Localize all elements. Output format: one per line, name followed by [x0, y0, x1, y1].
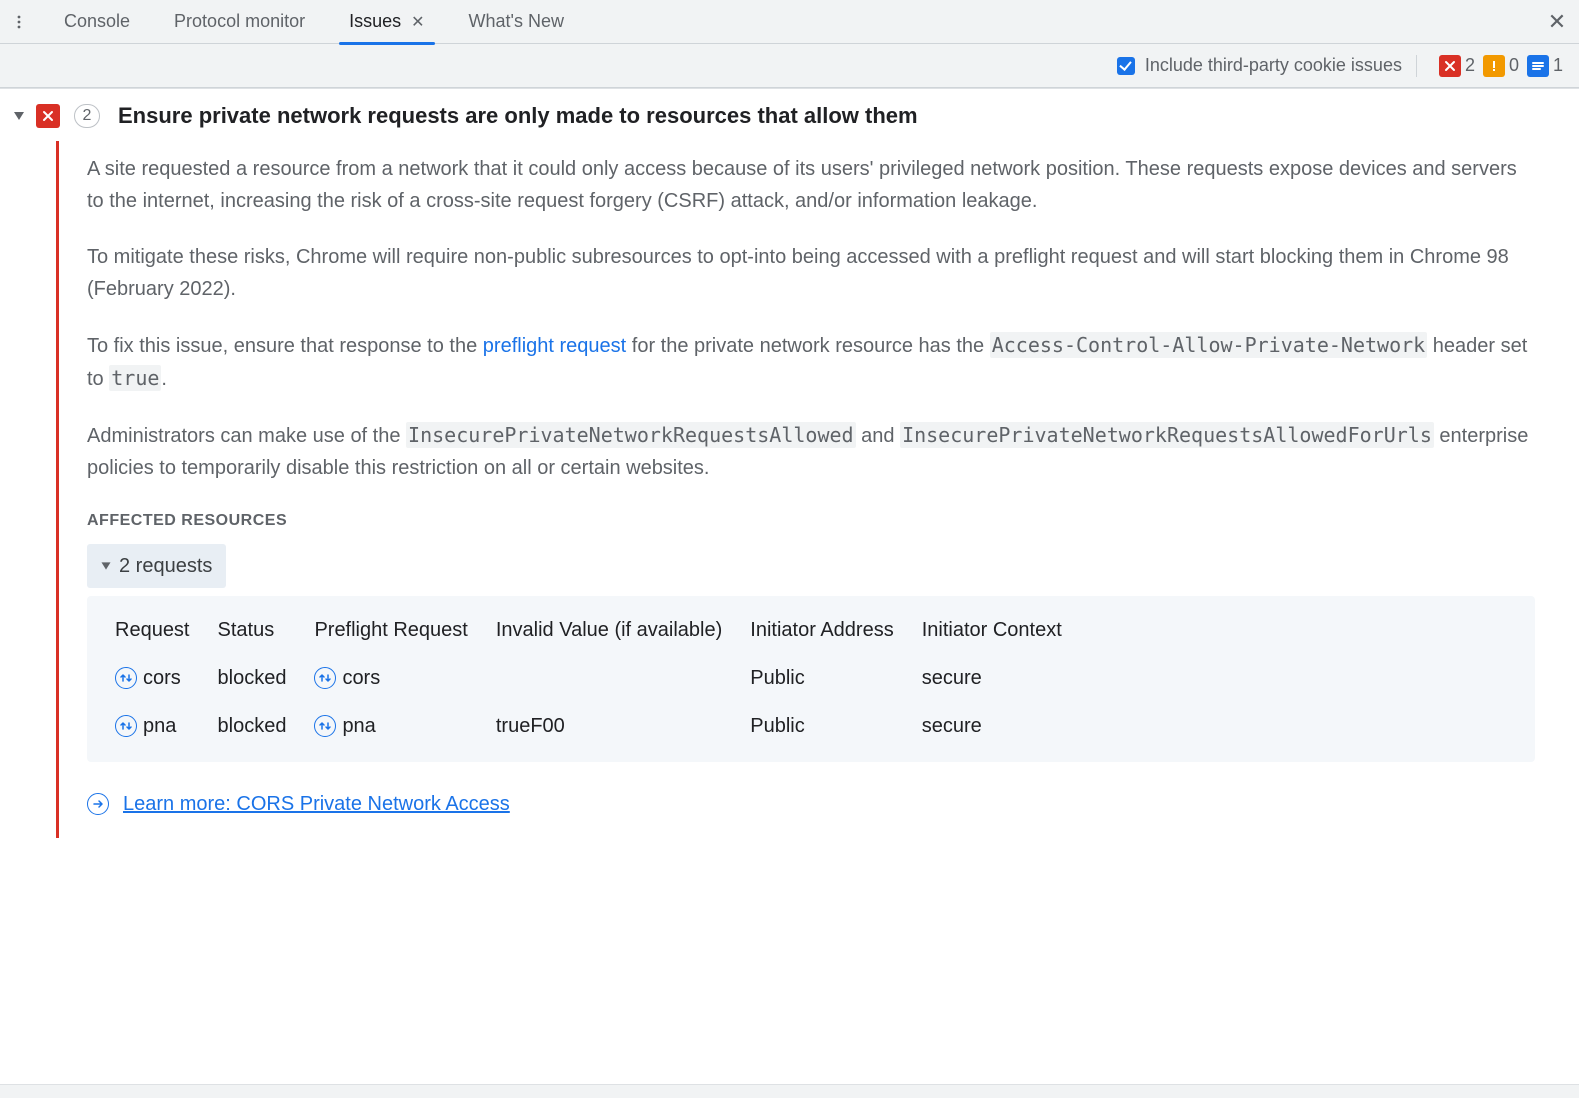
warning-count: 0: [1509, 55, 1519, 76]
network-icon: [115, 667, 137, 689]
chevron-down-icon: [102, 562, 111, 569]
requests-group-label: 2 requests: [119, 550, 212, 582]
tabstrip: Console Protocol monitor Issues ✕ What's…: [0, 0, 1579, 44]
col-status: Status: [218, 606, 315, 654]
issue-body: A site requested a resource from a netwo…: [56, 141, 1561, 838]
info-count-chip[interactable]: 1: [1527, 55, 1563, 77]
tab-protocol-monitor[interactable]: Protocol monitor: [152, 0, 327, 44]
error-count: 2: [1465, 55, 1475, 76]
status-cell: blocked: [218, 654, 315, 702]
col-initiator-address: Initiator Address: [750, 606, 921, 654]
close-panel-button[interactable]: ✕: [1543, 8, 1571, 36]
tab-label: Protocol monitor: [174, 11, 305, 32]
issue-count-pill: 2: [74, 104, 100, 128]
severity-error-icon: [36, 104, 60, 128]
preflight-link[interactable]: cors: [314, 654, 495, 702]
info-icon: [1527, 55, 1549, 77]
warning-icon: [1483, 55, 1505, 77]
code-token: Access-Control-Allow-Private-Network: [990, 332, 1427, 358]
code-token: InsecurePrivateNetworkRequestsAllowedFor…: [900, 422, 1434, 448]
error-icon: [1439, 55, 1461, 77]
col-initiator-context: Initiator Context: [922, 606, 1090, 654]
include-third-party-label: Include third-party cookie issues: [1145, 55, 1402, 76]
tab-issues[interactable]: Issues ✕: [327, 0, 446, 44]
tab-whats-new[interactable]: What's New: [447, 0, 586, 44]
request-link[interactable]: pna: [115, 702, 218, 750]
divider: [1416, 55, 1417, 77]
invalid-cell: [496, 654, 750, 702]
col-invalid: Invalid Value (if available): [496, 606, 750, 654]
request-link[interactable]: cors: [115, 654, 218, 702]
info-count: 1: [1553, 55, 1563, 76]
network-icon: [314, 667, 336, 689]
issue-paragraph: To fix this issue, ensure that response …: [87, 329, 1535, 395]
network-icon: [314, 715, 336, 737]
preflight-link[interactable]: pna: [314, 702, 495, 750]
code-token: InsecurePrivateNetworkRequestsAllowed: [406, 422, 856, 448]
learn-more-row: Learn more: CORS Private Network Access: [87, 788, 1535, 820]
issue-paragraph: To mitigate these risks, Chrome will req…: [87, 241, 1535, 305]
tab-label: Issues: [349, 11, 401, 32]
tab-console[interactable]: Console: [42, 0, 152, 44]
requests-table: Request Status Preflight Request Invalid…: [115, 606, 1090, 750]
col-request: Request: [115, 606, 218, 654]
tab-label: Console: [64, 11, 130, 32]
close-icon[interactable]: ✕: [411, 12, 424, 32]
initiator-context-cell: secure: [922, 702, 1090, 750]
bottom-bar: [0, 1084, 1579, 1098]
error-count-chip[interactable]: 2: [1439, 55, 1475, 77]
col-preflight: Preflight Request: [314, 606, 495, 654]
chevron-down-icon[interactable]: [14, 112, 24, 120]
network-icon: [115, 715, 137, 737]
invalid-cell: trueF00: [496, 702, 750, 750]
table-row: pna blocked pna trueF00 Public secure: [115, 702, 1090, 750]
tab-label: What's New: [469, 11, 564, 32]
issue-paragraph: Administrators can make use of the Insec…: [87, 419, 1535, 484]
initiator-context-cell: secure: [922, 654, 1090, 702]
table-row: cors blocked cors Public secure: [115, 654, 1090, 702]
include-third-party-checkbox[interactable]: [1117, 57, 1135, 75]
initiator-address-cell: Public: [750, 702, 921, 750]
arrow-right-circle-icon: [87, 793, 109, 815]
more-menu-button[interactable]: [8, 8, 30, 36]
requests-table-wrap: Request Status Preflight Request Invalid…: [87, 596, 1535, 762]
issues-toolbar: Include third-party cookie issues 2 0 1: [0, 44, 1579, 88]
preflight-request-link[interactable]: preflight request: [483, 335, 626, 357]
initiator-address-cell: Public: [750, 654, 921, 702]
issue-paragraph: A site requested a resource from a netwo…: [87, 153, 1535, 217]
code-token: true: [109, 365, 161, 391]
requests-group-toggle[interactable]: 2 requests: [87, 544, 226, 588]
issues-content: 2 Ensure private network requests are on…: [0, 88, 1579, 1098]
status-cell: blocked: [218, 702, 315, 750]
issue-title: Ensure private network requests are only…: [118, 103, 918, 129]
affected-resources-heading: Affected Resources: [87, 508, 1535, 534]
issue-header-row[interactable]: 2 Ensure private network requests are on…: [0, 89, 1579, 129]
learn-more-link[interactable]: Learn more: CORS Private Network Access: [123, 788, 510, 820]
warning-count-chip[interactable]: 0: [1483, 55, 1519, 77]
